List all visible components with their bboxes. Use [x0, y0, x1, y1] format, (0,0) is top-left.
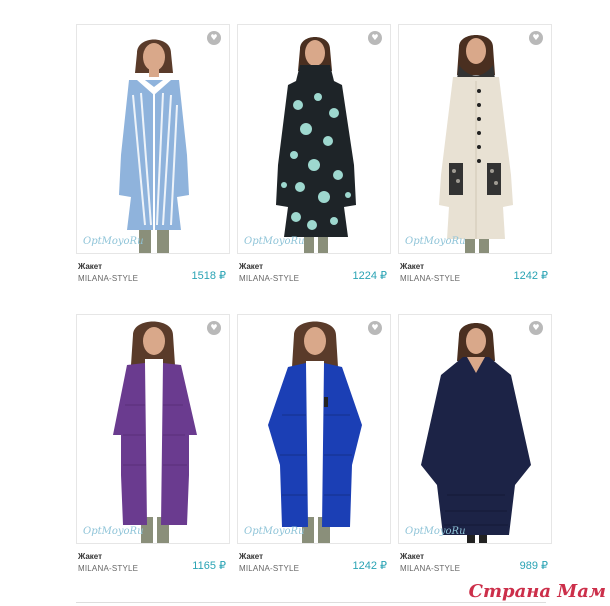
heart-icon[interactable]: ♥: [368, 31, 382, 45]
product-price: 1242 ₽: [513, 270, 548, 282]
heart-icon[interactable]: ♥: [368, 321, 382, 335]
product-photo[interactable]: ♥ OptMoyoRu: [398, 314, 552, 544]
product-card[interactable]: ♥ OptMoyoRu Жакет MILANA-STYLE 1224 ₽: [237, 24, 391, 290]
model-figure: [276, 37, 356, 253]
product-name[interactable]: Жакет: [239, 552, 263, 561]
product-card[interactable]: ♥ OptMoyoRu Жакет MILANA-STYLE 1165 ₽: [76, 314, 230, 580]
heart-icon[interactable]: ♥: [529, 31, 543, 45]
product-name[interactable]: Жакет: [239, 262, 263, 271]
product-price: 1518 ₽: [191, 270, 226, 282]
product-brand: MILANA-STYLE: [400, 564, 461, 573]
product-brand: MILANA-STYLE: [400, 274, 461, 283]
product-name[interactable]: Жакет: [78, 262, 102, 271]
shop-logo: OptMoyoRu: [405, 236, 466, 247]
heart-icon[interactable]: ♥: [529, 321, 543, 335]
product-price: 1242 ₽: [352, 560, 387, 572]
product-card[interactable]: ♥ OptMoyoRu Жакет MILANA-STYLE 1242 ₽: [237, 314, 391, 580]
product-brand: MILANA-STYLE: [239, 274, 300, 283]
product-price: 989 ₽: [519, 560, 548, 572]
product-meta: Жакет MILANA-STYLE 1165 ₽: [76, 550, 230, 580]
site-watermark: Страна Мам: [468, 581, 606, 602]
shop-logo: OptMoyoRu: [83, 236, 144, 247]
product-card[interactable]: ♥ OptMoyoRu Жакет MILANA-STYLE 1242 ₽: [398, 24, 552, 290]
product-photo[interactable]: ♥ OptMoyoRu: [237, 24, 391, 254]
model-figure: [268, 321, 362, 543]
product-meta: Жакет MILANA-STYLE 1242 ₽: [398, 260, 552, 290]
shop-logo: OptMoyoRu: [244, 526, 305, 537]
product-brand: MILANA-STYLE: [239, 564, 300, 573]
heart-icon[interactable]: ♥: [207, 321, 221, 335]
product-meta: Жакет MILANA-STYLE 1242 ₽: [237, 550, 391, 580]
shop-logo: OptMoyoRu: [244, 236, 305, 247]
next-row-edge: [76, 602, 546, 606]
product-card[interactable]: ♥ OptMoyoRu Жакет MILANA-STYLE 1518 ₽: [76, 24, 230, 290]
product-photo[interactable]: ♥ OptMoyoRu: [398, 24, 552, 254]
product-brand: MILANA-STYLE: [78, 564, 139, 573]
product-name[interactable]: Жакет: [400, 262, 424, 271]
shop-logo: OptMoyoRu: [83, 526, 144, 537]
model-figure: [439, 35, 513, 253]
product-photo[interactable]: ♥ OptMoyoRu: [237, 314, 391, 544]
product-price: 1165 ₽: [192, 560, 226, 572]
product-meta: Жакет MILANA-STYLE 989 ₽: [398, 550, 552, 580]
product-brand: MILANA-STYLE: [78, 274, 139, 283]
product-grid: ♥ OptMoyoRu Жакет MILANA-STYLE 1518 ₽ ♥ …: [0, 0, 610, 606]
product-meta: Жакет MILANA-STYLE 1518 ₽: [76, 260, 230, 290]
product-name[interactable]: Жакет: [78, 552, 102, 561]
heart-icon[interactable]: ♥: [207, 31, 221, 45]
product-photo[interactable]: ♥ OptMoyoRu: [76, 24, 230, 254]
model-figure: [421, 323, 531, 543]
product-price: 1224 ₽: [352, 270, 387, 282]
model-figure: [119, 39, 189, 253]
model-figure: [113, 321, 197, 543]
product-name[interactable]: Жакет: [400, 552, 424, 561]
product-meta: Жакет MILANA-STYLE 1224 ₽: [237, 260, 391, 290]
shop-logo: OptMoyoRu: [405, 526, 466, 537]
product-card[interactable]: ♥ OptMoyoRu Жакет MILANA-STYLE 989 ₽: [398, 314, 552, 580]
product-photo[interactable]: ♥ OptMoyoRu: [76, 314, 230, 544]
